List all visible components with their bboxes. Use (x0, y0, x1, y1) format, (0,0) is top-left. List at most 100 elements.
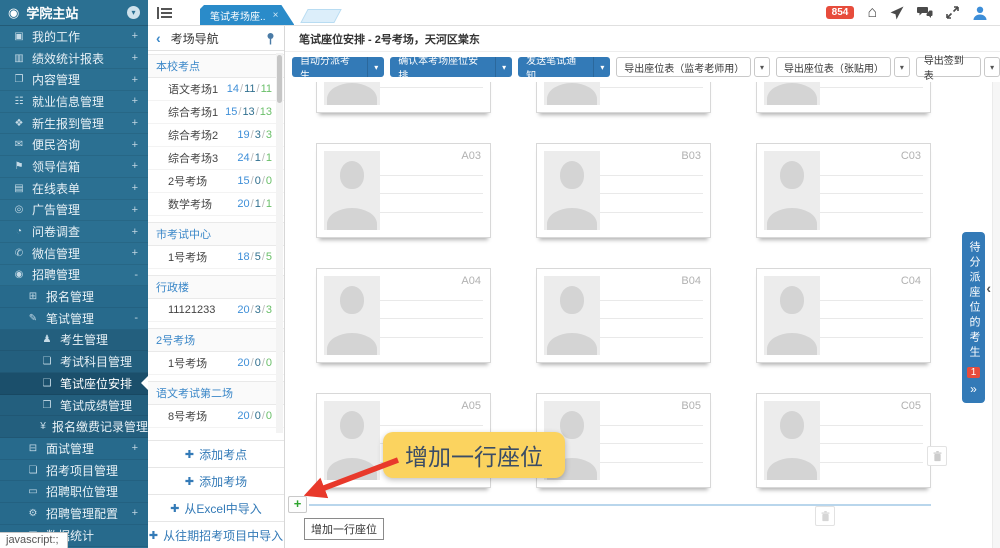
sidebar-item-online-forms[interactable]: ▤ 在线表单 + (0, 178, 148, 200)
seat-field-line (600, 426, 703, 444)
seat-card-A04[interactable]: A04 (316, 268, 491, 363)
confirm-arrangement-caret[interactable]: ▾ (495, 57, 512, 77)
add-room-button[interactable]: ✚ 添加考场 (148, 467, 284, 494)
content-scrollbar[interactable] (992, 82, 1000, 548)
nav-room-no8[interactable]: 8号考场 20/0/0 (148, 405, 284, 428)
seat-card[interactable] (316, 82, 491, 113)
collapse-panel-icon[interactable]: ‹ (986, 280, 991, 296)
seat-card[interactable] (536, 82, 711, 113)
nav-room-yuwen1[interactable]: 语文考场1 14/11/11 (148, 78, 284, 101)
delete-row-button[interactable] (927, 446, 947, 466)
seat-card-A03[interactable]: A03 (316, 143, 491, 238)
nav-room-zonghe2[interactable]: 综合考场2 19/3/3 (148, 124, 284, 147)
avatar[interactable] (972, 5, 988, 21)
sidebar-header[interactable]: ◉ 学院主站 ▾ (0, 0, 148, 26)
sidebar-item-recruit-config[interactable]: ⚙ 招聘管理配置 + (0, 503, 148, 525)
plus-icon: ✚ (185, 475, 194, 488)
sidebar-item-exam-subject-mgmt[interactable]: ❏ 考试科目管理 (0, 351, 148, 373)
seat-card-B03[interactable]: B03 (536, 143, 711, 238)
chevron-down-icon[interactable]: ▾ (127, 6, 140, 19)
chat-icon[interactable] (917, 6, 933, 19)
delete-row-button[interactable] (815, 506, 835, 526)
add-venue-button[interactable]: ✚ 添加考点 (148, 440, 284, 467)
sidebar-item-recruitment-mgmt[interactable]: ◉ 招聘管理 - (0, 265, 148, 287)
nav-room-admin[interactable]: 11121233 20/3/3 (148, 299, 284, 322)
nav-room-zonghe1[interactable]: 综合考场1 15/13/13 (148, 101, 284, 124)
seat-card-B04[interactable]: B04 (536, 268, 711, 363)
sidebar-item-wechat-mgmt[interactable]: ✆ 微信管理 + (0, 243, 148, 265)
seat-field-line (820, 88, 923, 105)
sidebar-item-interview-mgmt[interactable]: ⊟ 面试管理 + (0, 438, 148, 460)
seat-grid: A03 B03 C03 A04 B04 (285, 82, 1000, 548)
avatar-placeholder (324, 151, 380, 230)
sidebar-toggle-icon[interactable] (157, 7, 172, 19)
seat-field-line (380, 213, 483, 230)
pending-candidates-tab[interactable]: 待分派座位的考生 1 » (962, 232, 985, 403)
pin-icon[interactable] (265, 32, 276, 45)
seat-card-C03[interactable]: C03 (756, 143, 931, 238)
seat-field-line (600, 176, 703, 194)
sidebar-item-recruit-project-mgmt[interactable]: ❏ 招考项目管理 (0, 460, 148, 482)
export-post-button[interactable]: 导出座位表（张贴用） (776, 57, 891, 77)
status-bar-link-preview: javascript:; (0, 532, 68, 548)
seat-card-C04[interactable]: C04 (756, 268, 931, 363)
sidebar-item-written-score-mgmt[interactable]: ❒ 笔试成绩管理 (0, 395, 148, 417)
back-chevron-icon[interactable]: ‹ (156, 30, 161, 46)
sidebar-item-public-consult[interactable]: ✉ 便民咨询 + (0, 134, 148, 156)
tab-seat-arrangement[interactable]: 笔试考场座.. × (200, 5, 294, 25)
sidebar-item-payment-records[interactable]: ¥ 报名缴费记录管理 (0, 416, 148, 438)
nav-room-no2-no1[interactable]: 1号考场 20/0/0 (148, 352, 284, 375)
sidebar-item-recruit-position-mgmt[interactable]: ▭ 招聘职位管理 (0, 481, 148, 503)
seat-card[interactable] (756, 82, 931, 113)
notification-badge[interactable]: 854 (826, 6, 855, 19)
import-past-project-button[interactable]: ✚ 从往期招考项目中导入 (148, 521, 284, 548)
export-post-caret[interactable]: ▾ (894, 57, 910, 77)
send-notice-button-group: 发送笔试通知 ▾ (518, 57, 610, 77)
avatar-placeholder (764, 82, 820, 105)
sidebar-item-candidate-mgmt[interactable]: ♟ 考生管理 (0, 330, 148, 352)
nav-room-zonghe3[interactable]: 综合考场3 24/1/1 (148, 147, 284, 170)
venue-section-header: 行政楼 (148, 275, 284, 299)
sidebar-item-freshman-registration[interactable]: ❖ 新生报到管理 + (0, 113, 148, 135)
sidebar-item-content-mgmt[interactable]: ❐ 内容管理 + (0, 69, 148, 91)
sidebar-item-seat-arrangement[interactable]: ❑ 笔试座位安排 (0, 373, 148, 395)
send-notice-caret[interactable]: ▾ (593, 57, 610, 77)
seat-number: A03 (461, 150, 481, 162)
app-window: ◉ 学院主站 ▾ ▣ 我的工作 + ▥ 绩效统计报表 + ❐ 内容管理 + ☷ … (0, 0, 1000, 548)
export-signin-button[interactable]: 导出签到表 (916, 57, 981, 77)
nav-room-math[interactable]: 数学考场 20/1/1 (148, 193, 284, 216)
import-excel-button[interactable]: ✚ 从Excel中导入 (148, 494, 284, 521)
sidebar-item-signup-mgmt[interactable]: ⊞ 报名管理 (0, 286, 148, 308)
tab-ghost (301, 9, 342, 23)
phone-icon: ✆ (12, 248, 26, 259)
venue-nav-title: 考场导航 (171, 30, 219, 47)
nav-room-no2[interactable]: 2号考场 15/0/0 (148, 170, 284, 193)
sidebar-item-employment-info[interactable]: ☷ 就业信息管理 + (0, 91, 148, 113)
nav-room-city-no1[interactable]: 1号考场 18/5/5 (148, 246, 284, 269)
send-notice-button[interactable]: 发送笔试通知 (518, 57, 593, 77)
nav-scrollbar[interactable] (276, 53, 283, 433)
seat-field-line (600, 213, 703, 230)
export-invigilator-button[interactable]: 导出座位表（监考老师用） (616, 57, 751, 77)
pencil-icon: ✎ (26, 313, 40, 324)
sidebar-item-written-exam-mgmt[interactable]: ✎ 笔试管理 - (0, 308, 148, 330)
auto-assign-caret[interactable]: ▾ (367, 57, 384, 77)
sidebar-item-my-work[interactable]: ▣ 我的工作 + (0, 26, 148, 48)
close-icon[interactable]: × (273, 10, 279, 21)
export-invigilator-caret[interactable]: ▾ (754, 57, 770, 77)
seat-card-C05[interactable]: C05 (756, 393, 931, 488)
sidebar-item-leader-mailbox[interactable]: ⚑ 领导信箱 + (0, 156, 148, 178)
sidebar-item-stats-report[interactable]: ▥ 绩效统计报表 + (0, 48, 148, 70)
nav-scrollbar-thumb[interactable] (277, 55, 282, 103)
avatar-placeholder (324, 82, 380, 105)
annotation-arrow (293, 452, 413, 507)
seat-number: B04 (681, 275, 701, 287)
send-icon[interactable] (890, 6, 904, 20)
home-icon[interactable]: ⌂ (867, 5, 877, 21)
auto-assign-button[interactable]: 自动分派考生 (292, 57, 367, 77)
export-signin-caret[interactable]: ▾ (984, 57, 1000, 77)
confirm-arrangement-button[interactable]: 确认本考场座位安排 (390, 57, 495, 77)
sidebar-item-ad-mgmt[interactable]: ◎ 广告管理 + (0, 200, 148, 222)
fullscreen-icon[interactable] (946, 6, 959, 19)
sidebar-item-survey[interactable]: ◔ 问卷调查 + (0, 221, 148, 243)
